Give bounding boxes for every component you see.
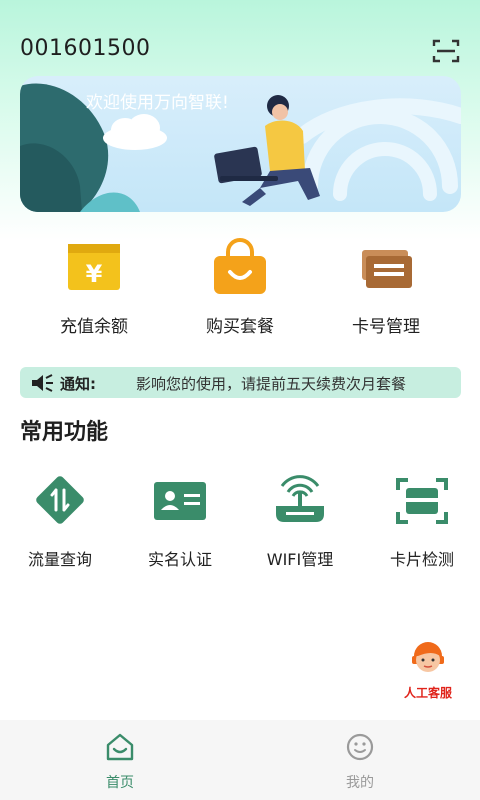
wifi-router-icon: [276, 475, 324, 522]
buy-package-button[interactable]: 购买套餐: [170, 236, 310, 337]
buy-package-label: 购买套餐: [206, 317, 274, 337]
speaker-icon: [32, 374, 53, 392]
cards-icon: [362, 250, 412, 288]
quick-actions: ¥ 充值余额 购买套餐 卡号管理: [0, 236, 480, 346]
wifi-management-label: WIFI管理: [266, 550, 334, 569]
tab-home-label: 首页: [106, 775, 134, 791]
recharge-balance-label: 充值余额: [60, 317, 128, 337]
welcome-banner[interactable]: 欢迎使用万向智联!: [20, 76, 461, 212]
tab-home[interactable]: 首页: [60, 732, 180, 792]
section-title: 常用功能: [20, 420, 109, 445]
data-usage-label: 流量查询: [27, 550, 92, 569]
notice-message: 影响您的使用，请提前五天续费次月套餐: [136, 375, 407, 393]
tab-mine-label: 我的: [346, 775, 374, 791]
data-transfer-icon: [36, 476, 84, 524]
real-name-auth-label: 实名认证: [147, 550, 212, 569]
smiley-face-icon: [346, 733, 374, 761]
notice-bar[interactable]: 通知: 影响您的使用，请提前五天续费次月套餐: [20, 367, 461, 398]
notice-tag: 通知:: [60, 375, 96, 393]
id-card-icon: [154, 482, 206, 520]
scan-card-icon: [396, 478, 448, 524]
svg-text:¥: ¥: [86, 260, 103, 288]
card-management-label: 卡号管理: [352, 317, 420, 337]
scan-icon[interactable]: [432, 38, 460, 64]
card-number: 001601500: [20, 36, 151, 61]
shopping-bag-icon: [214, 238, 266, 294]
wifi-management-button[interactable]: WIFI管理: [240, 474, 360, 570]
yuan-card-icon: ¥: [68, 244, 120, 290]
common-functions: 流量查询 实名认证 WIFI管理 卡片检测: [0, 474, 480, 574]
home-icon: [106, 733, 134, 761]
card-check-label: 卡片检测: [389, 550, 454, 569]
tab-mine[interactable]: 我的: [300, 732, 420, 792]
bottom-tab-bar: 首页 我的: [0, 720, 480, 800]
customer-service-icon: [412, 642, 444, 672]
real-name-auth-button[interactable]: 实名认证: [120, 474, 240, 570]
recharge-balance-button[interactable]: ¥ 充值余额: [24, 236, 164, 337]
card-check-button[interactable]: 卡片检测: [362, 474, 480, 570]
customer-service-button[interactable]: 人工客服: [398, 636, 458, 700]
card-management-button[interactable]: 卡号管理: [316, 236, 456, 337]
data-usage-button[interactable]: 流量查询: [0, 474, 120, 570]
banner-text: 欢迎使用万向智联!: [86, 93, 229, 113]
customer-service-label: 人工客服: [403, 686, 452, 700]
